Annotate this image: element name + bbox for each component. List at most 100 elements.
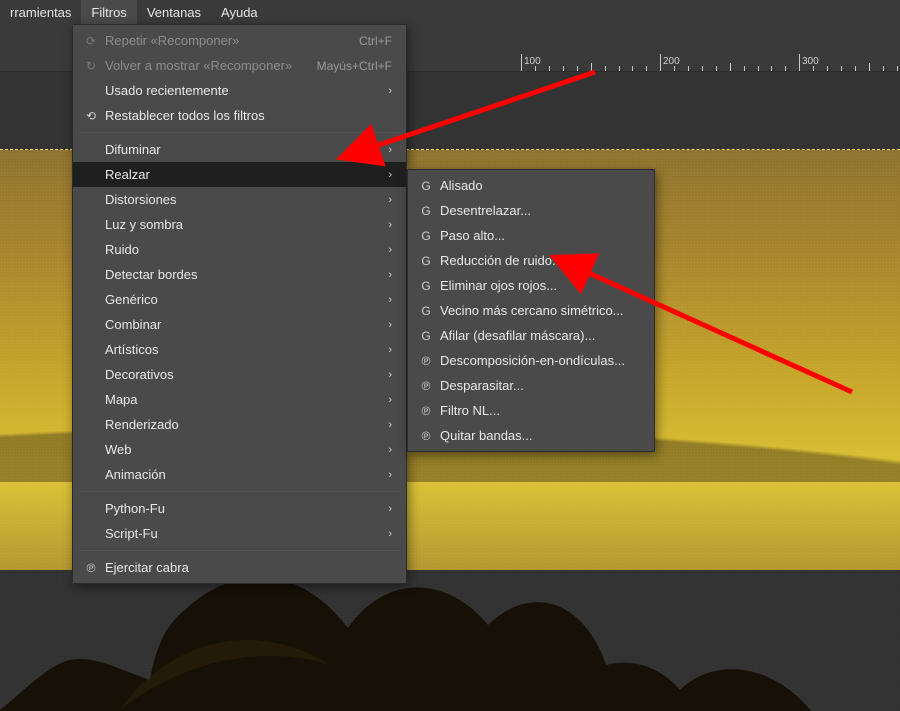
plugin-icon: ℗ (416, 354, 436, 368)
submenu-item-reduccion-ruido[interactable]: G Reducción de ruido... (408, 248, 654, 273)
chevron-right-icon: › (378, 269, 392, 281)
menu-item-label: Luz y sombra (101, 217, 378, 232)
menu-item-label: Ruido (101, 242, 378, 257)
chevron-right-icon: › (378, 528, 392, 540)
menu-item-volver-mostrar[interactable]: ↻ Volver a mostrar «Recomponer» Mayús+Ct… (73, 53, 406, 78)
menu-separator (79, 491, 400, 492)
gegl-icon: G (416, 304, 436, 318)
menu-herramientas[interactable]: rramientas (0, 0, 81, 24)
menu-ayuda[interactable]: Ayuda (211, 0, 268, 24)
reset-icon: ⟲ (81, 109, 101, 123)
menu-item-distorsiones[interactable]: Distorsiones › (73, 187, 406, 212)
menu-item-difuminar[interactable]: Difuminar › (73, 137, 406, 162)
realzar-submenu: G Alisado G Desentrelazar... G Paso alto… (407, 169, 655, 452)
submenu-item-ojos-rojos[interactable]: G Eliminar ojos rojos... (408, 273, 654, 298)
foreground-silhouette (0, 570, 900, 711)
menu-item-web[interactable]: Web › (73, 437, 406, 462)
menu-item-generico[interactable]: Genérico › (73, 287, 406, 312)
chevron-right-icon: › (378, 419, 392, 431)
submenu-item-afilar[interactable]: G Afilar (desafilar máscara)... (408, 323, 654, 348)
chevron-right-icon: › (378, 144, 392, 156)
menu-item-label: Difuminar (101, 142, 378, 157)
submenu-item-ondiculas[interactable]: ℗ Descomposición-en-ondículas... (408, 348, 654, 373)
chevron-right-icon: › (378, 369, 392, 381)
menu-item-label: Afilar (desafilar máscara)... (436, 328, 640, 343)
filters-menu: ⟳ Repetir «Recomponer» Ctrl+F ↻ Volver a… (72, 24, 407, 584)
gegl-icon: G (416, 329, 436, 343)
menu-item-repetir[interactable]: ⟳ Repetir «Recomponer» Ctrl+F (73, 28, 406, 53)
menu-item-label: Ejercitar cabra (101, 560, 392, 575)
menu-item-ruido[interactable]: Ruido › (73, 237, 406, 262)
submenu-item-paso-alto[interactable]: G Paso alto... (408, 223, 654, 248)
menu-item-label: Reducción de ruido... (436, 253, 640, 268)
menu-item-label: Alisado (436, 178, 640, 193)
menu-item-accel: Mayús+Ctrl+F (297, 59, 392, 73)
submenu-item-desparasitar[interactable]: ℗ Desparasitar... (408, 373, 654, 398)
submenu-item-desentrelazar[interactable]: G Desentrelazar... (408, 198, 654, 223)
menu-item-detectar-bordes[interactable]: Detectar bordes › (73, 262, 406, 287)
menu-item-artisticos[interactable]: Artísticos › (73, 337, 406, 362)
chevron-right-icon: › (378, 244, 392, 256)
menu-separator (79, 132, 400, 133)
menu-item-label: Vecino más cercano simétrico... (436, 303, 640, 318)
menu-item-script-fu[interactable]: Script-Fu › (73, 521, 406, 546)
menu-item-renderizado[interactable]: Renderizado › (73, 412, 406, 437)
chevron-right-icon: › (378, 219, 392, 231)
menu-item-restablecer[interactable]: ⟲ Restablecer todos los filtros (73, 103, 406, 128)
ruler-tick: 300 (799, 54, 800, 72)
menu-item-combinar[interactable]: Combinar › (73, 312, 406, 337)
plugin-icon: ℗ (416, 404, 436, 418)
menu-item-ejercitar-cabra[interactable]: ℗ Ejercitar cabra (73, 555, 406, 580)
submenu-item-alisado[interactable]: G Alisado (408, 173, 654, 198)
menu-ventanas[interactable]: Ventanas (137, 0, 211, 24)
menu-item-label: Usado recientemente (101, 83, 378, 98)
menu-item-label: Eliminar ojos rojos... (436, 278, 640, 293)
chevron-right-icon: › (378, 319, 392, 331)
menu-item-label: Realzar (101, 167, 378, 182)
menu-item-label: Animación (101, 467, 378, 482)
menu-item-realzar[interactable]: Realzar › (73, 162, 406, 187)
chevron-right-icon: › (378, 344, 392, 356)
chevron-right-icon: › (378, 194, 392, 206)
menubar: rramientas Filtros Ventanas Ayuda (0, 0, 900, 24)
menu-item-label: Descomposición-en-ondículas... (436, 353, 640, 368)
menu-item-decorativos[interactable]: Decorativos › (73, 362, 406, 387)
ruler-tick (730, 63, 731, 72)
chevron-right-icon: › (378, 469, 392, 481)
menu-item-mapa[interactable]: Mapa › (73, 387, 406, 412)
menu-item-label: Quitar bandas... (436, 428, 640, 443)
plugin-icon: ℗ (416, 429, 436, 443)
menu-item-label: Python-Fu (101, 501, 378, 516)
menu-item-label: Filtro NL... (436, 403, 640, 418)
menu-item-python-fu[interactable]: Python-Fu › (73, 496, 406, 521)
ruler-tick: 200 (660, 54, 661, 72)
menu-item-label: Repetir «Recomponer» (101, 33, 339, 48)
menu-item-label: Genérico (101, 292, 378, 307)
menu-item-accel: Ctrl+F (339, 34, 392, 48)
menu-item-label: Combinar (101, 317, 378, 332)
chevron-right-icon: › (378, 503, 392, 515)
menu-filtros[interactable]: Filtros (81, 0, 136, 24)
menu-item-usado-recientemente[interactable]: Usado recientemente › (73, 78, 406, 103)
chevron-right-icon: › (378, 394, 392, 406)
menu-item-label: Distorsiones (101, 192, 378, 207)
menu-item-luz-sombra[interactable]: Luz y sombra › (73, 212, 406, 237)
ruler-tick (869, 63, 870, 72)
submenu-item-vecino-simetrico[interactable]: G Vecino más cercano simétrico... (408, 298, 654, 323)
menu-item-label: Artísticos (101, 342, 378, 357)
submenu-item-quitar-bandas[interactable]: ℗ Quitar bandas... (408, 423, 654, 448)
menu-item-label: Decorativos (101, 367, 378, 382)
plugin-icon: ℗ (416, 379, 436, 393)
repeat-icon: ⟳ (81, 34, 101, 48)
submenu-item-filtro-nl[interactable]: ℗ Filtro NL... (408, 398, 654, 423)
ruler-label: 200 (663, 56, 680, 67)
menu-item-label: Restablecer todos los filtros (101, 108, 392, 123)
menu-item-label: Volver a mostrar «Recomponer» (101, 58, 297, 73)
menu-item-animacion[interactable]: Animación › (73, 462, 406, 487)
menu-item-label: Desparasitar... (436, 378, 640, 393)
menu-item-label: Web (101, 442, 378, 457)
gegl-icon: G (416, 254, 436, 268)
chevron-right-icon: › (378, 444, 392, 456)
chevron-right-icon: › (378, 294, 392, 306)
menu-item-label: Paso alto... (436, 228, 640, 243)
